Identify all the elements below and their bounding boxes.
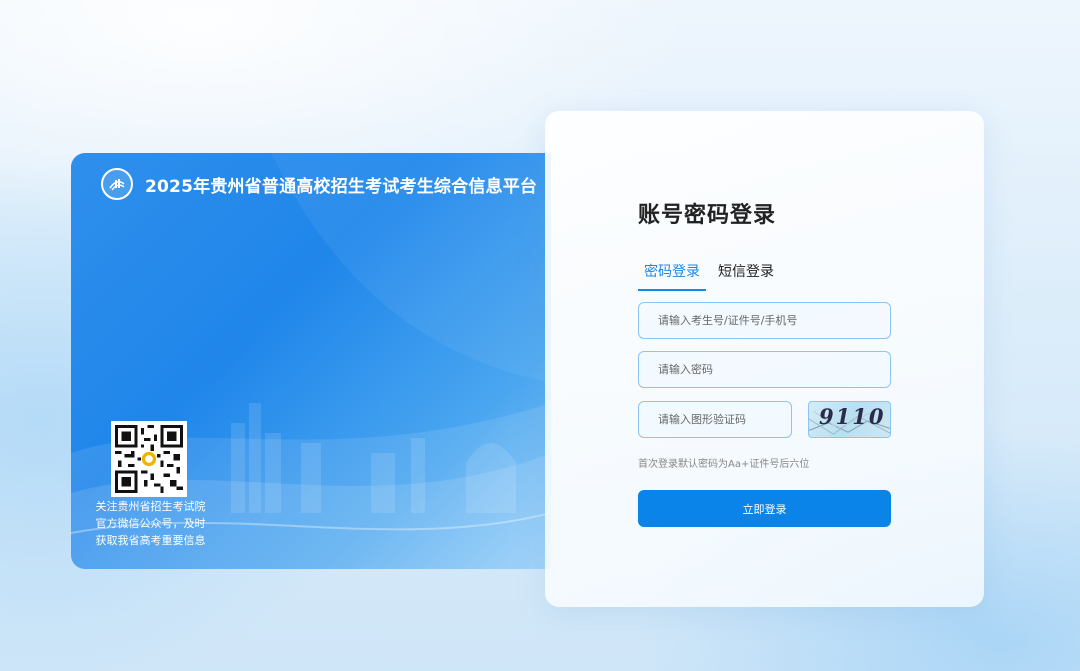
banner-header: 2025年贵州省普通高校招生考试考生综合信息平台 xyxy=(101,168,537,200)
password-input[interactable] xyxy=(638,351,891,388)
tab-password-login[interactable]: 密码登录 xyxy=(638,261,706,291)
login-button[interactable]: 立即登录 xyxy=(638,490,891,527)
qr-code-icon xyxy=(111,421,187,497)
captcha-text: 9110 xyxy=(819,404,886,429)
captcha-image[interactable]: 9110 xyxy=(808,401,891,438)
platform-title: 2025年贵州省普通高校招生考试考生综合信息平台 xyxy=(145,176,538,197)
account-input[interactable] xyxy=(638,302,891,339)
captcha-input[interactable] xyxy=(638,401,792,438)
platform-banner: 2025年贵州省普通高校招生考试考生综合信息平台 关注贵州省招生考试院 官方微信… xyxy=(71,153,551,569)
tab-sms-login[interactable]: 短信登录 xyxy=(712,261,780,291)
login-tabs: 密码登录 短信登录 xyxy=(638,261,780,291)
qr-caption: 关注贵州省招生考试院 官方微信公众号，及时 获取我省高考重要信息 xyxy=(95,500,206,547)
exam-logo-icon xyxy=(101,168,133,200)
default-password-hint: 首次登录默认密码为Aa+证件号后六位 xyxy=(638,459,810,470)
login-card: 账号密码登录 密码登录 短信登录 9110 首次登录默认密码为Aa+证件号后六位… xyxy=(545,111,984,607)
login-heading: 账号密码登录 xyxy=(638,203,777,228)
